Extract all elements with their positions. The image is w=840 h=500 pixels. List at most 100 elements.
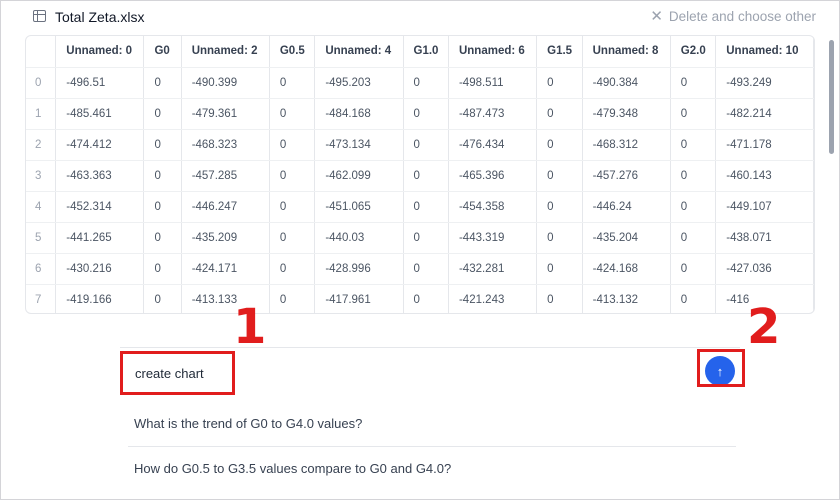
file-name: Total Zeta.xlsx — [55, 9, 145, 25]
table-cell: -473.134 — [314, 129, 404, 161]
table-cell: -435.209 — [181, 222, 270, 254]
table-cell: -496.51 — [55, 67, 145, 99]
table-cell: -435.204 — [582, 222, 671, 254]
table-cell: -421.243 — [448, 284, 538, 313]
row-index: 4 — [26, 191, 57, 223]
table-cell: 0 — [536, 191, 583, 223]
column-header: G1.0 — [403, 36, 449, 68]
suggestion-text: How do G0.5 to G3.5 values compare to G0… — [134, 460, 452, 476]
table-cell: 0 — [403, 129, 449, 161]
table-row: 2 -474.412 0 -468.323 0 -473.134 0 -476.434 0 -46… — [26, 129, 814, 161]
table-cell: 0 — [670, 222, 717, 254]
table-cell: 0 — [403, 284, 449, 313]
table-cell: 0 — [670, 253, 717, 285]
annotation-label-1: 1 — [233, 299, 267, 355]
table-cell: -432.281 — [448, 253, 538, 285]
table-cell: 0 — [269, 160, 316, 192]
table-row: 5 -441.265 0 -435.209 0 -440.03 0 -443.319 0 -435… — [26, 222, 814, 254]
table-cell: 0 — [269, 129, 316, 161]
table-cell: -479.348 — [582, 98, 671, 130]
table-cell: 0 — [536, 253, 583, 285]
table-row: 3 -463.363 0 -457.285 0 -462.099 0 -465.396 0 -45… — [26, 160, 814, 192]
suggestion-item[interactable]: What is the trend of G0 to G4.0 values? — [128, 401, 736, 445]
close-icon: ✕ — [650, 8, 663, 25]
row-index: 0 — [26, 67, 57, 99]
table-cell: -471.178 — [715, 129, 814, 161]
table-cell: 0 — [143, 98, 182, 130]
table-cell: 0 — [269, 222, 316, 254]
table-cell: -457.276 — [582, 160, 671, 192]
table-cell: 0 — [670, 191, 717, 223]
row-index: 2 — [26, 129, 57, 161]
table-cell: 0 — [670, 129, 717, 161]
table-cell: -440.03 — [314, 222, 404, 254]
table-cell: 0 — [143, 67, 182, 99]
table-cell: 0 — [143, 160, 182, 192]
column-header: Unnamed: 6 — [448, 36, 538, 68]
table-cell: -474.412 — [55, 129, 145, 161]
column-header: Unnamed: 4 — [314, 36, 404, 68]
table-scrollbar-thumb[interactable] — [829, 40, 834, 154]
row-index: 6 — [26, 253, 57, 285]
column-header: G2.0 — [670, 36, 717, 68]
table-cell: -468.323 — [181, 129, 270, 161]
column-header: Unnamed: 8 — [582, 36, 671, 68]
table-cell: -465.396 — [448, 160, 538, 192]
table-row: 1 -485.461 0 -479.361 0 -484.168 0 -487.473 0 -47… — [26, 98, 814, 130]
table-cell: 0 — [269, 191, 316, 223]
table-cell: -463.363 — [55, 160, 145, 192]
table-cell: -446.247 — [181, 191, 270, 223]
table-cell: -449.107 — [715, 191, 814, 223]
column-header — [26, 36, 57, 68]
table-cell: 0 — [143, 284, 182, 313]
table-cell: -498.511 — [448, 67, 538, 99]
table-cell: 0 — [670, 98, 717, 130]
table-cell: -479.361 — [181, 98, 270, 130]
table-cell: -427.036 — [715, 253, 814, 285]
column-header: G0.5 — [269, 36, 316, 68]
delete-and-choose-other-button[interactable]: ✕ Delete and choose other — [650, 9, 816, 24]
suggestion-item[interactable]: How do G0.5 to G3.5 values compare to G0… — [128, 446, 736, 490]
table-cell: -460.143 — [715, 160, 814, 192]
table-cell: -493.249 — [715, 67, 814, 99]
table-cell: 0 — [670, 160, 717, 192]
table-cell: -495.203 — [314, 67, 404, 99]
arrow-up-icon: ↑ — [716, 363, 724, 379]
suggestion-text: What is the trend of G0 to G4.0 values? — [134, 415, 363, 431]
chat-input[interactable] — [120, 347, 746, 395]
column-header: G0 — [143, 36, 182, 68]
table-cell: -462.099 — [314, 160, 404, 192]
table-cell: -428.996 — [314, 253, 404, 285]
table-cell: 0 — [143, 222, 182, 254]
chat-input-value[interactable]: create chart — [135, 366, 204, 381]
table-cell: -424.171 — [181, 253, 270, 285]
table-cell: 0 — [670, 67, 717, 99]
table-cell: 0 — [403, 222, 449, 254]
send-button[interactable]: ↑ — [705, 356, 735, 386]
table-cell: 0 — [536, 160, 583, 192]
table-cell: -457.285 — [181, 160, 270, 192]
table-cell: 0 — [536, 129, 583, 161]
table-header-row: Unnamed: 0 G0 Unnamed: 2 G0.5 Unnamed: 4 G1.0… — [26, 36, 814, 68]
table-cell: -446.24 — [582, 191, 671, 223]
column-header: G1.5 — [536, 36, 583, 68]
annotation-label-2: 2 — [747, 299, 781, 355]
data-table[interactable]: Unnamed: 0 G0 Unnamed: 2 G0.5 Unnamed: 4 G1.0… — [25, 35, 815, 314]
table-cell: 0 — [143, 191, 182, 223]
table-cell: -476.434 — [448, 129, 538, 161]
table-row: 7 -419.166 0 -413.133 0 -417.961 0 -421.243 0 -41… — [26, 284, 814, 313]
row-index: 3 — [26, 160, 57, 192]
column-header: Unnamed: 10 — [715, 36, 814, 68]
table-cell: 0 — [403, 67, 449, 99]
column-header: Unnamed: 2 — [181, 36, 270, 68]
table-icon — [33, 10, 46, 22]
table-cell: 0 — [403, 160, 449, 192]
column-header: Unnamed: 0 — [55, 36, 145, 68]
table-cell: 0 — [536, 284, 583, 313]
table-cell: 0 — [269, 98, 316, 130]
table-cell: -443.319 — [448, 222, 538, 254]
table-cell: -484.168 — [314, 98, 404, 130]
table-cell: 0 — [143, 253, 182, 285]
table-cell: 0 — [536, 67, 583, 99]
table-cell: -487.473 — [448, 98, 538, 130]
